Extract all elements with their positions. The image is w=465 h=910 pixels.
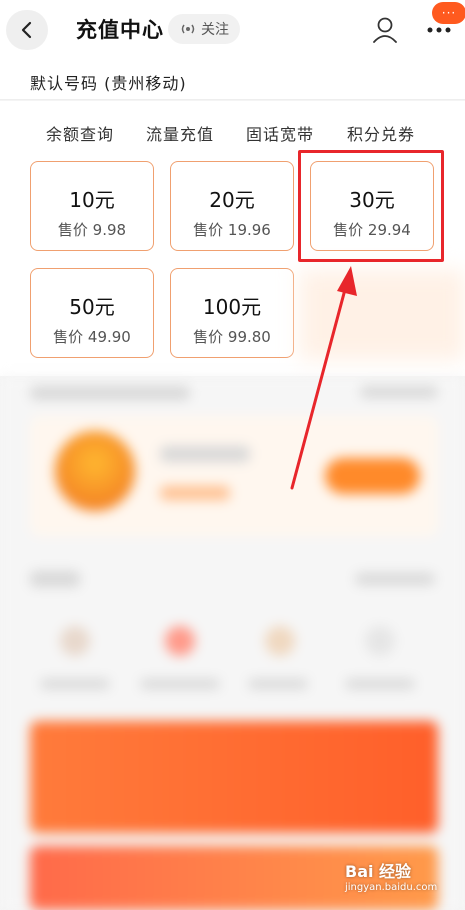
recharge-amount: 100元 [202, 295, 262, 319]
recharge-price: 售价 49.90 [53, 328, 131, 346]
tab-data-recharge[interactable]: 流量充值 [146, 121, 214, 145]
recharge-option-10[interactable]: 10元 售价 9.98 [30, 161, 154, 251]
blurred-label [40, 679, 110, 689]
recharge-option-50[interactable]: 50元 售价 49.90 [30, 268, 154, 358]
tab-points-exchange[interactable]: 积分兑券 [347, 121, 415, 145]
blurred-promo-tile [300, 270, 465, 360]
page-title: 充值中心 [76, 18, 164, 42]
watermark-brand: Bai 经验 [345, 862, 412, 881]
highlight-box [298, 150, 444, 262]
chevron-left-icon [21, 21, 32, 39]
blurred-label [140, 679, 220, 689]
blurred-icon [265, 626, 295, 656]
blurred-text [160, 446, 250, 462]
blurred-button [325, 458, 420, 494]
recharge-option-20[interactable]: 20元 售价 19.96 [170, 161, 294, 251]
watermark-url: jingyan.baidu.com [345, 882, 438, 893]
recharge-amount: 20元 [209, 188, 255, 212]
blurred-content [0, 376, 465, 910]
blurred-link [355, 573, 435, 585]
blurred-sun-image [55, 431, 135, 511]
blurred-section-title [30, 571, 80, 587]
recharge-price: 售价 9.98 [57, 221, 127, 239]
back-button[interactable] [6, 10, 48, 50]
blurred-icon [365, 626, 395, 656]
broadcast-icon [181, 24, 195, 34]
header-bar: 充值中心 关注 ··· [0, 0, 465, 60]
recharge-price: 售价 99.80 [193, 328, 271, 346]
blurred-heading [30, 386, 190, 400]
blurred-icon [60, 626, 90, 656]
blurred-label [345, 679, 415, 689]
blurred-banner [30, 721, 438, 833]
recharge-price: 售价 19.96 [193, 221, 271, 239]
tab-balance-query[interactable]: 余额查询 [46, 121, 114, 145]
default-number-label: 默认号码 (贵州移动) [30, 74, 187, 93]
blurred-icon [165, 626, 195, 656]
blurred-link [360, 386, 438, 398]
service-tabs: 余额查询 流量充值 固话宽带 积分兑券 [0, 101, 465, 156]
baidu-watermark: Bai 经验 jingyan.baidu.com [345, 858, 455, 906]
follow-label: 关注 [201, 22, 229, 38]
notification-badge: ··· [432, 2, 465, 24]
recharge-option-100[interactable]: 100元 售价 99.80 [170, 268, 294, 358]
follow-button[interactable]: 关注 [168, 14, 240, 44]
tab-landline-broadband[interactable]: 固话宽带 [246, 121, 314, 145]
blurred-promo-card [30, 416, 438, 536]
blurred-text [160, 486, 230, 500]
recharge-amount: 50元 [69, 295, 115, 319]
user-icon[interactable] [372, 16, 398, 44]
default-number-row[interactable]: 默认号码 (贵州移动) [0, 60, 465, 100]
blurred-label [248, 679, 308, 689]
recharge-amount: 10元 [69, 188, 115, 212]
